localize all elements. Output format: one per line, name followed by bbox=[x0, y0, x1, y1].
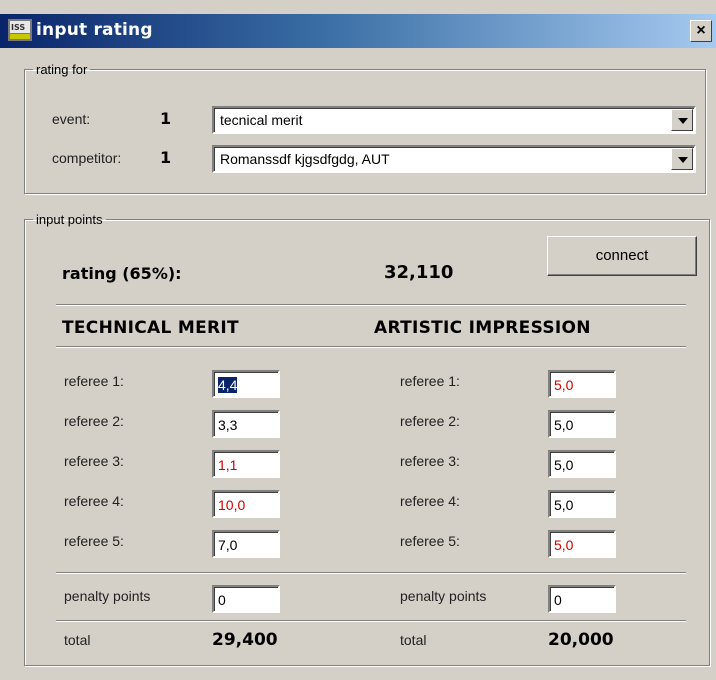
referee-label: referee 1: bbox=[400, 373, 460, 389]
competitor-number: 1 bbox=[160, 148, 172, 167]
rating-label: rating (65%): bbox=[62, 264, 182, 283]
artistic-impression-heading: ARTISTIC IMPRESSION bbox=[374, 318, 591, 338]
chevron-down-icon[interactable] bbox=[671, 109, 693, 131]
technical-total-label: total bbox=[64, 632, 91, 648]
score-value: 4,4 bbox=[218, 377, 238, 393]
score-value: 5,0 bbox=[554, 497, 574, 513]
competitor-label: competitor: bbox=[52, 150, 122, 166]
referee-3-score-input[interactable]: 1,1 bbox=[212, 450, 280, 478]
artistic-total-value: 20,000 bbox=[548, 630, 614, 650]
close-icon: × bbox=[696, 22, 706, 39]
referee-2-score-input[interactable]: 5,0 bbox=[548, 410, 616, 438]
referee-label: referee 3: bbox=[64, 453, 124, 469]
input-rating-window: ISS input rating × rating for event: 1 t… bbox=[0, 0, 716, 680]
referee-5-score-input[interactable]: 7,0 bbox=[212, 530, 280, 558]
input-points-legend: input points bbox=[36, 212, 103, 227]
referee-4-score-input[interactable]: 10,0 bbox=[212, 490, 280, 518]
referee-1-score-input[interactable]: 4,4 bbox=[212, 370, 280, 398]
artistic-penalty-input[interactable]: 0 bbox=[548, 585, 616, 613]
referee-label: referee 4: bbox=[64, 493, 124, 509]
score-value: 7,0 bbox=[218, 537, 238, 553]
separator bbox=[56, 572, 686, 574]
event-number: 1 bbox=[160, 109, 172, 128]
referee-label: referee 2: bbox=[64, 413, 124, 429]
competitor-select-value: Romanssdf kjgsdfgdg, AUT bbox=[220, 151, 390, 167]
score-value: 1,1 bbox=[218, 457, 238, 473]
competitor-select[interactable]: Romanssdf kjgsdfgdg, AUT bbox=[212, 145, 696, 173]
event-select-value: tecnical merit bbox=[220, 112, 303, 128]
event-select[interactable]: tecnical merit bbox=[212, 106, 696, 134]
referee-5-score-input[interactable]: 5,0 bbox=[548, 530, 616, 558]
rating-value: 32,110 bbox=[384, 262, 454, 283]
artistic-penalty-label: penalty points bbox=[400, 588, 487, 604]
referee-1-score-input[interactable]: 5,0 bbox=[548, 370, 616, 398]
svg-text:ISS: ISS bbox=[11, 23, 25, 32]
rating-for-legend: rating for bbox=[36, 62, 88, 77]
title-bar[interactable]: ISS input rating × bbox=[0, 14, 716, 48]
connect-button[interactable]: connect bbox=[547, 236, 697, 276]
referee-label: referee 5: bbox=[400, 533, 460, 549]
referee-label: referee 3: bbox=[400, 453, 460, 469]
referee-label: referee 4: bbox=[400, 493, 460, 509]
score-value: 5,0 bbox=[554, 417, 574, 433]
score-value: 5,0 bbox=[554, 377, 574, 393]
referee-4-score-input[interactable]: 5,0 bbox=[548, 490, 616, 518]
chevron-down-icon[interactable] bbox=[671, 148, 693, 170]
window-title: input rating bbox=[36, 20, 153, 40]
referee-2-score-input[interactable]: 3,3 bbox=[212, 410, 280, 438]
technical-total-value: 29,400 bbox=[212, 630, 278, 650]
technical-penalty-input[interactable]: 0 bbox=[212, 585, 280, 613]
artistic-total-label: total bbox=[400, 632, 427, 648]
separator bbox=[56, 304, 686, 306]
technical-penalty-label: penalty points bbox=[64, 588, 151, 604]
separator bbox=[56, 346, 686, 348]
technical-merit-heading: TECHNICAL MERIT bbox=[62, 318, 239, 338]
referee-label: referee 1: bbox=[64, 373, 124, 389]
score-value: 5,0 bbox=[554, 537, 574, 553]
close-button[interactable]: × bbox=[690, 20, 712, 42]
referee-3-score-input[interactable]: 5,0 bbox=[548, 450, 616, 478]
app-icon: ISS bbox=[8, 19, 32, 41]
separator bbox=[56, 620, 686, 622]
score-value: 3,3 bbox=[218, 417, 238, 433]
referee-label: referee 5: bbox=[64, 533, 124, 549]
referee-label: referee 2: bbox=[400, 413, 460, 429]
score-value: 10,0 bbox=[218, 497, 246, 513]
event-label: event: bbox=[52, 111, 91, 127]
score-value: 5,0 bbox=[554, 457, 574, 473]
